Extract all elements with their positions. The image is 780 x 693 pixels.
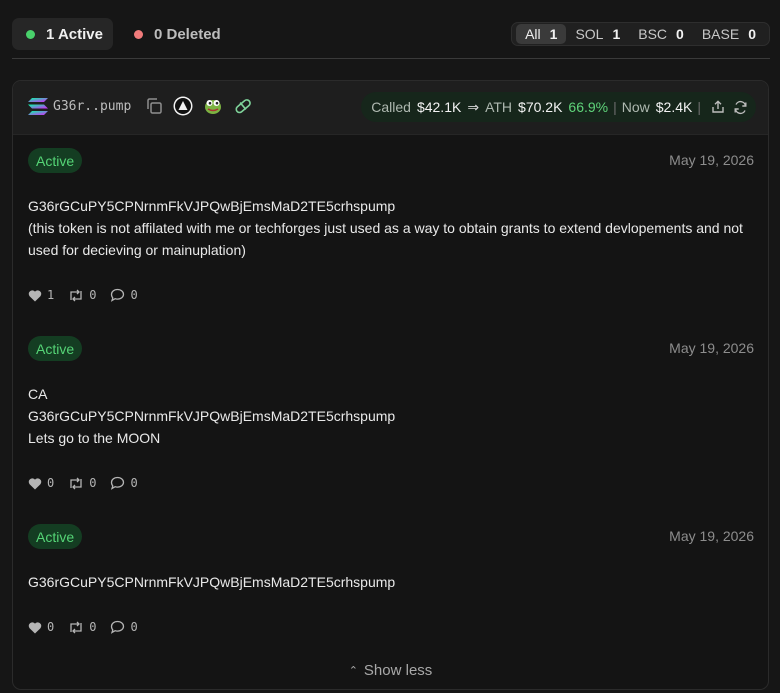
post-line: CA: [28, 386, 48, 402]
chain-tab-label: SOL: [575, 26, 604, 42]
post-line: Lets go to the MOON: [28, 430, 161, 446]
chain-tab-all[interactable]: All 1: [516, 24, 567, 44]
post-date: May 19, 2026: [669, 152, 754, 168]
comment-icon: [111, 288, 125, 302]
post-actions: 0 0 0: [28, 476, 152, 490]
solana-icon: [28, 98, 48, 115]
deleted-filter-label: 0 Deleted: [154, 25, 221, 43]
heart-icon: [28, 289, 42, 301]
token-card: G36r..pump Called $42.1K ⇒ ATH $70.2K 66…: [12, 80, 769, 690]
status-badge: Active: [28, 148, 83, 173]
heart-icon: [28, 477, 42, 489]
pepe-icon[interactable]: [203, 96, 223, 116]
token-address[interactable]: G36r..pump: [53, 99, 131, 114]
post-item: Active May 19, 2026 G36rGCuPY5CPNrnmFkVJ…: [28, 148, 754, 318]
called-label: Called: [371, 99, 411, 115]
ath-value: $70.2K: [518, 99, 563, 115]
post-actions: 1 0 0: [28, 288, 152, 302]
now-value: $2.4K: [655, 99, 693, 115]
repost-count: 0: [89, 476, 97, 490]
divider: [12, 58, 770, 59]
repost-icon: [70, 289, 82, 301]
chain-tab-base[interactable]: BASE 0: [693, 24, 765, 44]
post-line: G36rGCuPY5CPNrnmFkVJPQwBjEmsMaD2TE5crhsp…: [28, 574, 396, 590]
share-icon[interactable]: [711, 100, 725, 114]
repost-count: 0: [89, 288, 97, 302]
comment-icon: [111, 476, 125, 490]
price-stats: Called $42.1K ⇒ ATH $70.2K 66.9% | Now $…: [361, 92, 756, 122]
like-count: 1: [47, 288, 55, 302]
like-count: 0: [47, 620, 55, 634]
post-line: G36rGCuPY5CPNrnmFkVJPQwBjEmsMaD2TE5crhsp…: [28, 408, 396, 424]
pill-icon[interactable]: [233, 96, 253, 116]
post-body: CA G36rGCuPY5CPNrnmFkVJPQwBjEmsMaD2TE5cr…: [28, 383, 754, 449]
show-less-button[interactable]: ⌃ Show less: [13, 662, 768, 679]
deleted-dot-icon: [134, 29, 143, 39]
now-label: Now: [621, 99, 650, 115]
reply-count: 0: [130, 288, 138, 302]
deleted-filter-tab[interactable]: 0 Deleted: [122, 18, 221, 50]
active-dot-icon: [26, 29, 35, 39]
post-date: May 19, 2026: [669, 528, 754, 544]
like-button[interactable]: 0: [28, 476, 54, 490]
repost-count: 0: [89, 620, 97, 634]
status-badge: Active: [28, 524, 83, 549]
reply-button[interactable]: 0: [110, 288, 138, 302]
reply-count: 0: [130, 476, 138, 490]
like-button[interactable]: 1: [28, 288, 54, 302]
post-line: G36rGCuPY5CPNrnmFkVJPQwBjEmsMaD2TE5crhsp…: [28, 198, 396, 214]
like-button[interactable]: 0: [28, 620, 54, 634]
ath-percent: 66.9%: [568, 99, 609, 115]
status-badge: Active: [28, 336, 83, 361]
chevron-up-icon: ⌃: [348, 665, 358, 677]
repost-icon: [70, 477, 82, 489]
ath-label: ATH: [485, 99, 513, 115]
separator: |: [613, 99, 617, 115]
active-filter-label: 1 Active: [46, 25, 103, 43]
reply-button[interactable]: 0: [110, 620, 138, 634]
separator: |: [697, 99, 701, 115]
refresh-icon[interactable]: [733, 100, 748, 115]
called-value: $42.1K: [416, 99, 462, 115]
post-body: G36rGCuPY5CPNrnmFkVJPQwBjEmsMaD2TE5crhsp…: [28, 571, 754, 593]
reply-count: 0: [130, 620, 138, 634]
reply-button[interactable]: 0: [110, 476, 138, 490]
post-actions: 0 0 0: [28, 620, 152, 634]
chain-tab-bsc[interactable]: BSC 0: [629, 24, 693, 44]
chain-tab-count: 0: [748, 26, 756, 42]
repost-button[interactable]: 0: [68, 476, 96, 490]
copy-icon[interactable]: [144, 96, 164, 116]
chain-tab-label: All: [525, 26, 541, 42]
comment-icon: [111, 620, 125, 634]
active-filter-tab[interactable]: 1 Active: [12, 18, 113, 50]
like-count: 0: [47, 476, 55, 490]
repost-button[interactable]: 0: [68, 288, 96, 302]
arrow-right-icon: ⇒: [467, 98, 480, 115]
chain-tab-count: 1: [612, 26, 621, 42]
chain-tab-count: 0: [676, 26, 684, 42]
chain-tab-sol[interactable]: SOL 1: [566, 24, 629, 44]
top-filter-bar: 1 Active 0 Deleted All 1 SOL 1 BSC 0 BAS…: [12, 18, 770, 51]
repost-icon: [70, 621, 82, 633]
post-item: Active May 19, 2026 CA G36rGCuPY5CPNrnmF…: [28, 336, 754, 506]
chain-tab-label: BASE: [701, 26, 740, 42]
post-date: May 19, 2026: [669, 340, 754, 356]
chain-tab-label: BSC: [638, 26, 668, 42]
post-item: Active May 19, 2026 G36rGCuPY5CPNrnmFkVJ…: [28, 524, 754, 644]
token-card-header: G36r..pump Called $42.1K ⇒ ATH $70.2K 66…: [13, 81, 768, 135]
show-less-label: Show less: [363, 662, 433, 679]
post-line: (this token is not affilated with me or …: [28, 220, 743, 258]
platform-icon[interactable]: [173, 96, 193, 116]
repost-button[interactable]: 0: [68, 620, 96, 634]
chain-filter: All 1 SOL 1 BSC 0 BASE 0: [511, 22, 770, 46]
chain-tab-count: 1: [549, 26, 558, 42]
heart-icon: [28, 621, 42, 633]
post-body: G36rGCuPY5CPNrnmFkVJPQwBjEmsMaD2TE5crhsp…: [28, 195, 754, 261]
